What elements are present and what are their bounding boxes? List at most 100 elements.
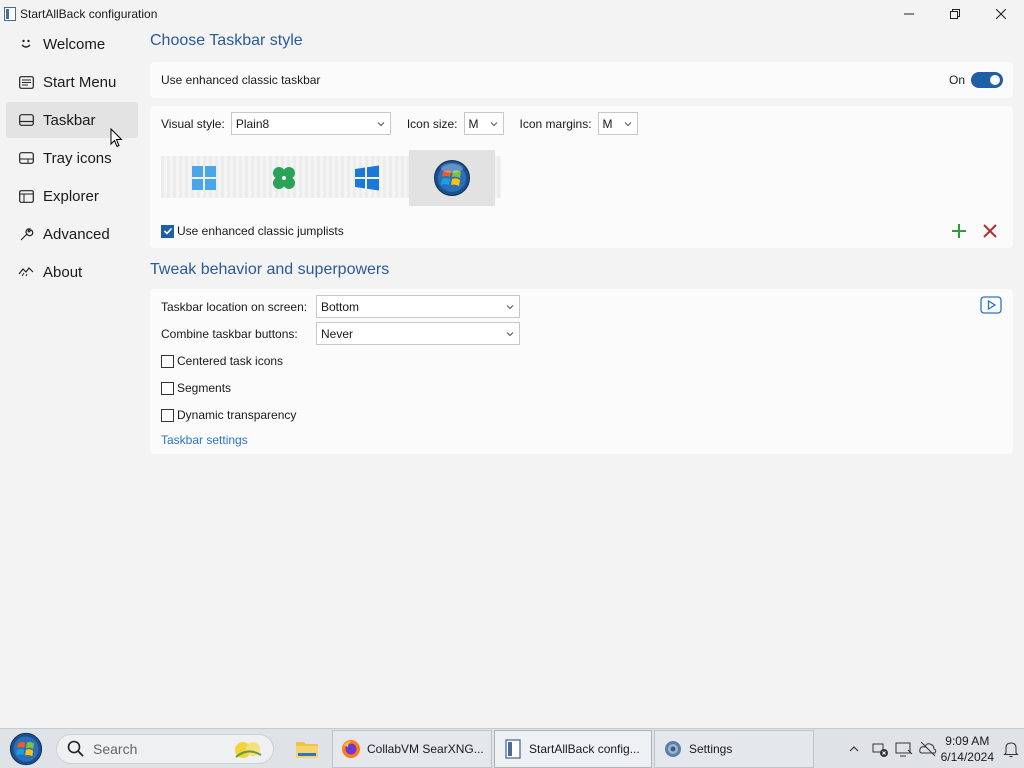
chevron-down-icon [490,122,497,127]
visual-style-select[interactable]: Plain8 [230,112,391,135]
restore-button[interactable] [932,0,978,28]
sidebar-item-welcome[interactable]: Welcome [6,26,138,62]
style-option-windows-10[interactable] [324,150,410,206]
cloud-off-icon[interactable] [918,739,938,759]
chevron-up-icon[interactable] [844,739,864,759]
icon-margins-label: Icon margins: [519,116,592,131]
sidebar-item-label: Start Menu [43,73,117,91]
windows-7-orb-icon [434,160,470,196]
style-option-clover[interactable] [241,150,327,206]
chevron-down-icon [506,332,514,337]
sidebar-item-label: Welcome [43,35,106,53]
folder-icon [296,742,318,758]
style-option-windows-7[interactable] [409,150,495,206]
sidebar-item-explorer[interactable]: Explorer [6,178,138,214]
visual-style-value: Plain8 [235,116,270,131]
segments-checkbox[interactable] [161,381,174,395]
icon-size-label: Icon size: [406,116,458,131]
location-select[interactable]: Bottom [316,295,520,318]
enhanced-taskbar-row: Use enhanced classic taskbar On [150,62,1013,98]
system-tray [844,729,938,768]
minimize-button[interactable] [886,0,932,28]
jumplists-row: Use enhanced classic jumplists [161,224,344,238]
sidebar-item-about[interactable]: About [6,254,138,290]
notification-bell-icon[interactable] [1003,740,1019,758]
dynamic-transparency-checkbox[interactable] [161,408,174,422]
combine-row: Combine taskbar buttons: Never [161,322,520,345]
sidebar-item-label: Advanced [43,225,110,243]
search-placeholder: Search [93,741,138,757]
section-title-tweak: Tweak behavior and superpowers [150,261,390,278]
taskbar-app-startallback[interactable]: StartAllBack config... [494,730,652,768]
taskbar-app-label: StartAllBack config... [529,742,640,756]
style-card: Visual style: Plain8 Icon size: M Icon m… [150,106,1013,248]
location-value: Bottom [321,299,360,314]
title-bar: StartAllBack configuration [0,0,1024,28]
delete-icon[interactable] [981,222,999,240]
close-button[interactable] [978,0,1024,28]
taskbar-icon [18,112,34,128]
wrench-icon [18,226,34,242]
taskbar-app-settings[interactable]: Settings [654,730,814,768]
taskbar-settings-link[interactable]: Taskbar settings [161,433,248,447]
restore-icon [950,9,960,19]
sidebar-item-advanced[interactable]: Advanced [6,216,138,252]
enhanced-taskbar-label: Use enhanced classic taskbar [161,73,321,87]
combine-select[interactable]: Never [316,322,520,345]
taskbar-clock[interactable]: 9:09 AM 6/14/2024 [941,733,994,765]
mouse-cursor-icon [110,128,123,148]
visual-style-label: Visual style: [161,116,225,131]
sidebar-item-start-menu[interactable]: Start Menu [6,64,138,100]
combine-label: Combine taskbar buttons: [161,326,298,341]
minimize-icon [904,13,914,15]
monitor-icon[interactable] [894,739,914,759]
main-content: Choose Taskbar style Use enhanced classi… [150,28,1013,454]
chevron-down-icon [624,122,631,127]
centered-label: Centered task icons [177,354,284,368]
icon-size-select[interactable]: M [463,112,504,135]
checkmark-icon [163,227,172,235]
add-icon[interactable] [950,222,968,240]
clover-icon [273,167,295,189]
tray-icon [18,150,34,166]
sidebar-item-label: Taskbar [43,111,96,129]
segments-row: Segments [161,381,231,395]
network-error-icon[interactable] [870,739,890,759]
smile-icon [18,36,34,52]
icon-margins-select[interactable]: M [597,112,638,135]
taskbar-search-box[interactable]: Search [56,734,274,764]
sidebar-item-label: Explorer [43,187,99,205]
enhanced-taskbar-toggle[interactable] [971,72,1003,88]
location-label: Taskbar location on screen: [161,299,308,314]
sidebar-item-label: About [43,263,83,281]
video-tutorial-icon[interactable] [980,296,1002,314]
jumplists-checkbox[interactable] [161,224,174,238]
close-icon [996,9,1006,19]
clock-date: 6/14/2024 [940,750,994,764]
file-explorer-taskbar-button[interactable] [290,730,324,768]
firefox-icon [341,739,361,759]
start-button[interactable] [6,731,46,767]
explorer-icon [18,188,34,204]
style-option-windows-11[interactable] [161,150,247,206]
centered-row: Centered task icons [161,354,283,368]
taskbar-app-label: CollabVM SearXNG... [367,742,484,756]
taskbar-app-label: Settings [689,742,733,756]
startallback-app-icon [4,7,16,21]
dynamic-row: Dynamic transparency [161,408,296,422]
icon-margins-value: M [602,116,613,131]
chevron-down-icon [506,305,514,310]
toggle-state-label: On [948,73,965,87]
taskbar-app-firefox[interactable]: CollabVM SearXNG... [332,730,492,768]
section-title-taskbar-style: Choose Taskbar style [150,32,303,49]
combine-value: Never [321,326,354,341]
start-menu-icon [18,74,34,90]
jumplists-label: Use enhanced classic jumplists [177,224,344,238]
style-gallery [161,150,501,206]
centered-checkbox[interactable] [161,354,174,368]
icon-size-value: M [468,116,479,131]
chevron-down-icon [377,122,385,127]
segments-label: Segments [177,381,232,395]
toggle-knob [990,75,1000,85]
search-icon [67,740,84,757]
